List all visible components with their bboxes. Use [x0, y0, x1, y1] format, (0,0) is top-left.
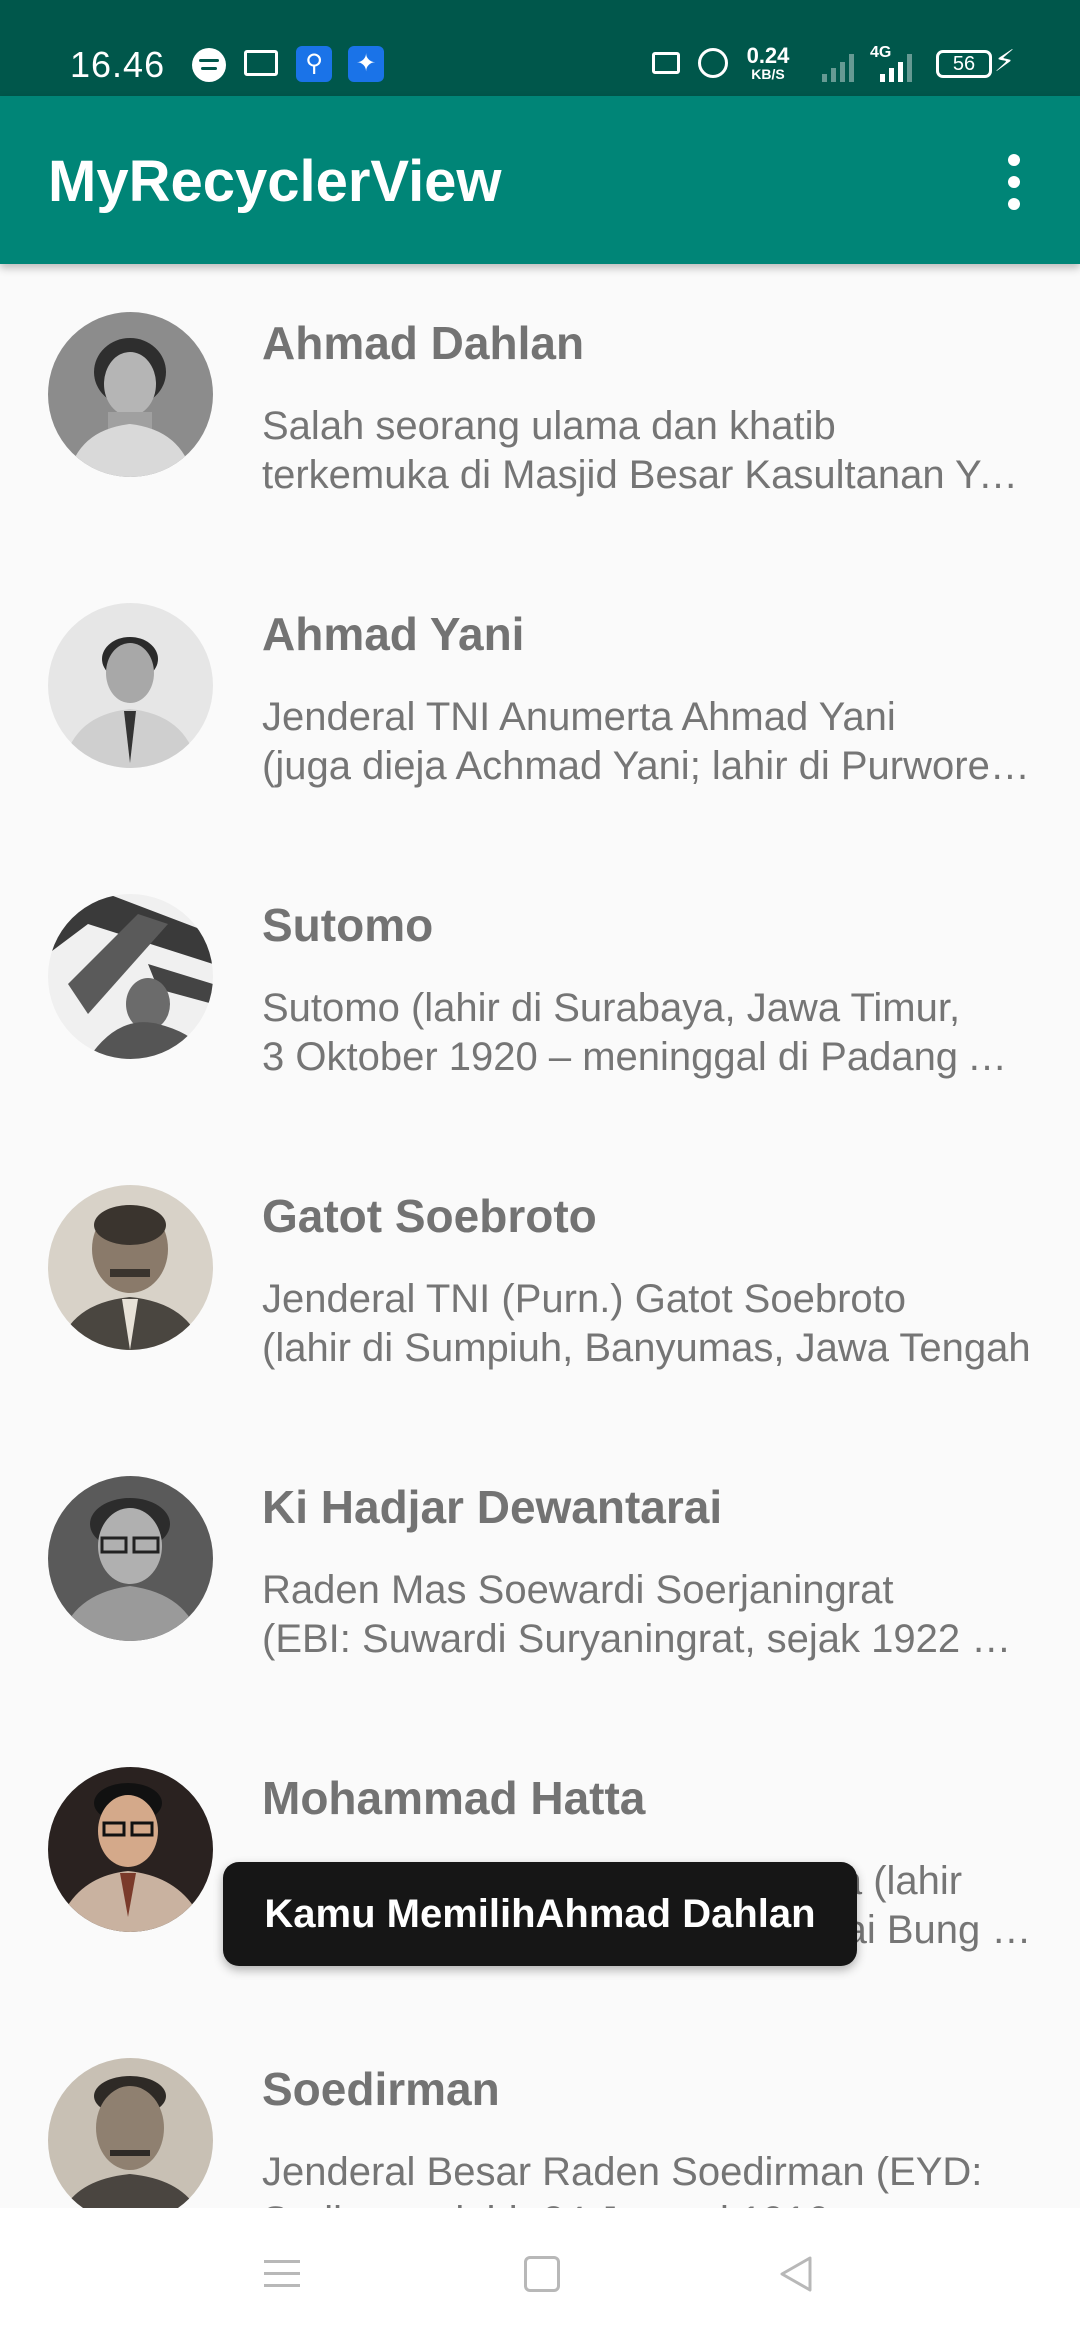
- item-description: Jenderal TNI (Purn.) Gatot Soebroto (lah…: [262, 1277, 1031, 1370]
- net-speed-value: 0.24: [746, 43, 790, 68]
- item-description: Salah seorang ulama dan khatib terkemuka…: [262, 404, 1032, 497]
- android-debug-icon: ✦: [348, 46, 384, 82]
- list-item[interactable]: Ahmad Yani Jenderal TNI Anumerta Ahmad Y…: [0, 555, 1080, 846]
- item-description: Raden Mas Soewardi Soerjaningrat (EBI: S…: [262, 1568, 1032, 1661]
- signal-icon: [822, 50, 862, 82]
- net-speed: 0.24 KB/S: [742, 43, 794, 83]
- home-icon[interactable]: [520, 2252, 564, 2296]
- item-name: Mohammad Hatta: [262, 1772, 646, 1824]
- app-title: MyRecyclerView: [48, 149, 502, 214]
- status-bar: 16.46 ⚲ ✦ 0.24 KB/S 4G 56 ⚡: [0, 0, 1080, 96]
- navigation-bar: [0, 2208, 1080, 2340]
- back-icon[interactable]: [774, 2252, 818, 2296]
- avatar: [48, 1767, 213, 1932]
- status-time: 16.46: [70, 44, 166, 85]
- battery-icon: 56: [936, 50, 992, 78]
- item-description: Jenderal Besar Raden Soedirman (EYD: Sud…: [262, 2150, 983, 2208]
- app-bar: MyRecyclerView: [0, 96, 1080, 264]
- sim-icon: [652, 52, 680, 74]
- avatar: [48, 2058, 213, 2208]
- toast-message: Kamu MemilihAhmad Dahlan: [223, 1862, 857, 1966]
- item-name: Ki Hadjar Dewantarai: [262, 1481, 723, 1533]
- avatar: [48, 1476, 213, 1641]
- more-vert-icon[interactable]: [992, 150, 1036, 214]
- list-item[interactable]: Soedirman Jenderal Besar Raden Soedirman…: [0, 2010, 1080, 2208]
- net-speed-unit: KB/S: [751, 66, 785, 82]
- list-item[interactable]: Ahmad Dahlan Salah seorang ulama dan kha…: [0, 264, 1080, 555]
- cast-icon: [244, 50, 278, 76]
- item-description: Sutomo (lahir di Surabaya, Jawa Timur, 3…: [262, 986, 1032, 1079]
- spotify-icon: [192, 48, 226, 82]
- item-name: Ahmad Yani: [262, 608, 525, 660]
- item-name: Ahmad Dahlan: [262, 317, 585, 369]
- item-name: Gatot Soebroto: [262, 1190, 597, 1242]
- list-item[interactable]: Gatot Soebroto Jenderal TNI (Purn.) Gato…: [0, 1137, 1080, 1428]
- item-name: Sutomo: [262, 899, 434, 951]
- item-name: Soedirman: [262, 2063, 500, 2115]
- alarm-icon: [698, 48, 728, 78]
- list-item[interactable]: Ki Hadjar Dewantarai Raden Mas Soewardi …: [0, 1428, 1080, 1719]
- avatar: [48, 1185, 213, 1350]
- item-description: Jenderal TNI Anumerta Ahmad Yani (juga d…: [262, 695, 1032, 788]
- charging-icon: ⚡: [994, 45, 1016, 78]
- avatar: [48, 312, 213, 477]
- screen: 16.46 ⚲ ✦ 0.24 KB/S 4G 56 ⚡ MyRecyclerVi…: [0, 0, 1080, 2340]
- avatar: [48, 603, 213, 768]
- usb-icon: ⚲: [296, 46, 332, 82]
- avatar: [48, 894, 213, 1059]
- signal-icon-2: [880, 50, 920, 82]
- list-item[interactable]: Sutomo Sutomo (lahir di Surabaya, Jawa T…: [0, 846, 1080, 1137]
- recents-icon[interactable]: [260, 2252, 304, 2296]
